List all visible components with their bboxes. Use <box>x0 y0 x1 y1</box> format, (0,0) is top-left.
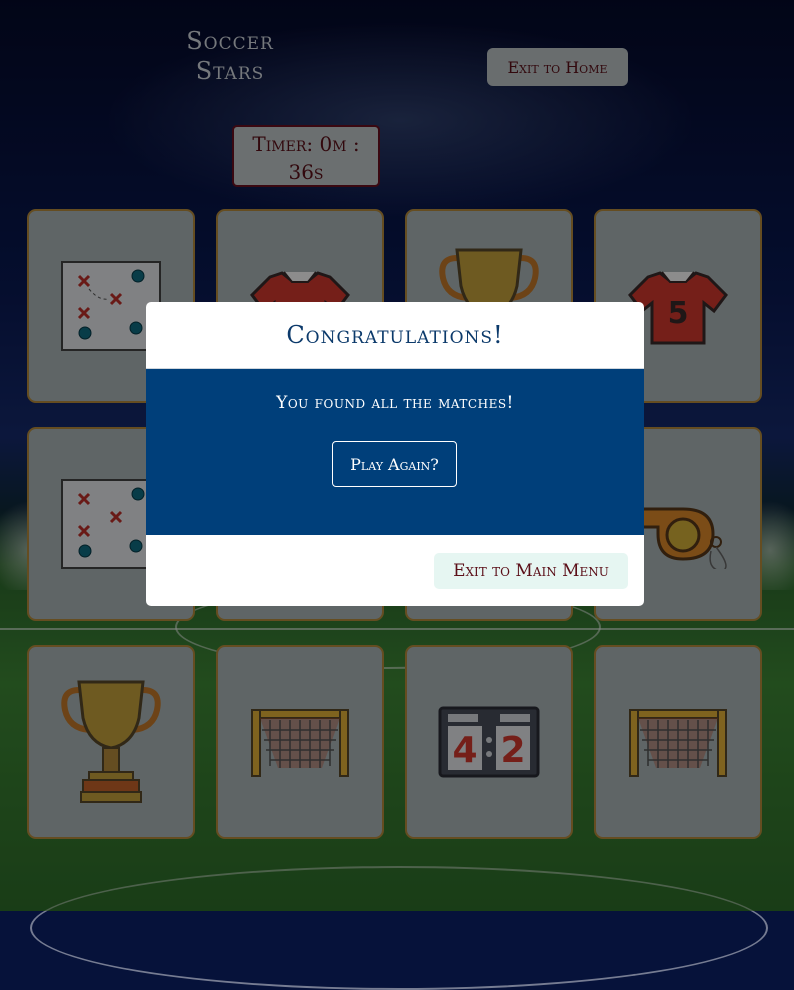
modal-message: You found all the matches! <box>276 393 514 413</box>
play-again-button[interactable]: Play Again? <box>332 441 457 487</box>
modal-title: Congratulations! <box>146 302 644 369</box>
congratulations-modal: Congratulations! You found all the match… <box>146 302 644 606</box>
modal-body: You found all the matches! Play Again? <box>146 369 644 535</box>
exit-to-main-menu-button[interactable]: Exit to Main Menu <box>434 553 628 589</box>
